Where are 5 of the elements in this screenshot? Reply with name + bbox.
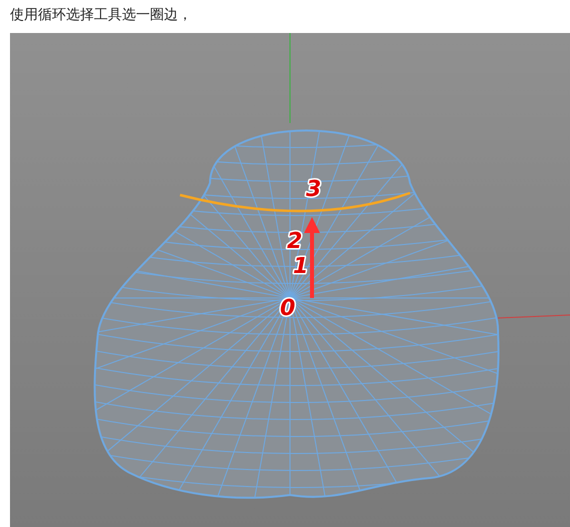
handwritten-number: 1 bbox=[293, 254, 308, 279]
caption-text: 使用循环选择工具选一圈边， bbox=[10, 6, 193, 25]
handwritten-number: 0 bbox=[280, 296, 296, 321]
handwritten-number: 2 bbox=[287, 229, 302, 254]
handwritten-number: 3 bbox=[306, 177, 322, 202]
